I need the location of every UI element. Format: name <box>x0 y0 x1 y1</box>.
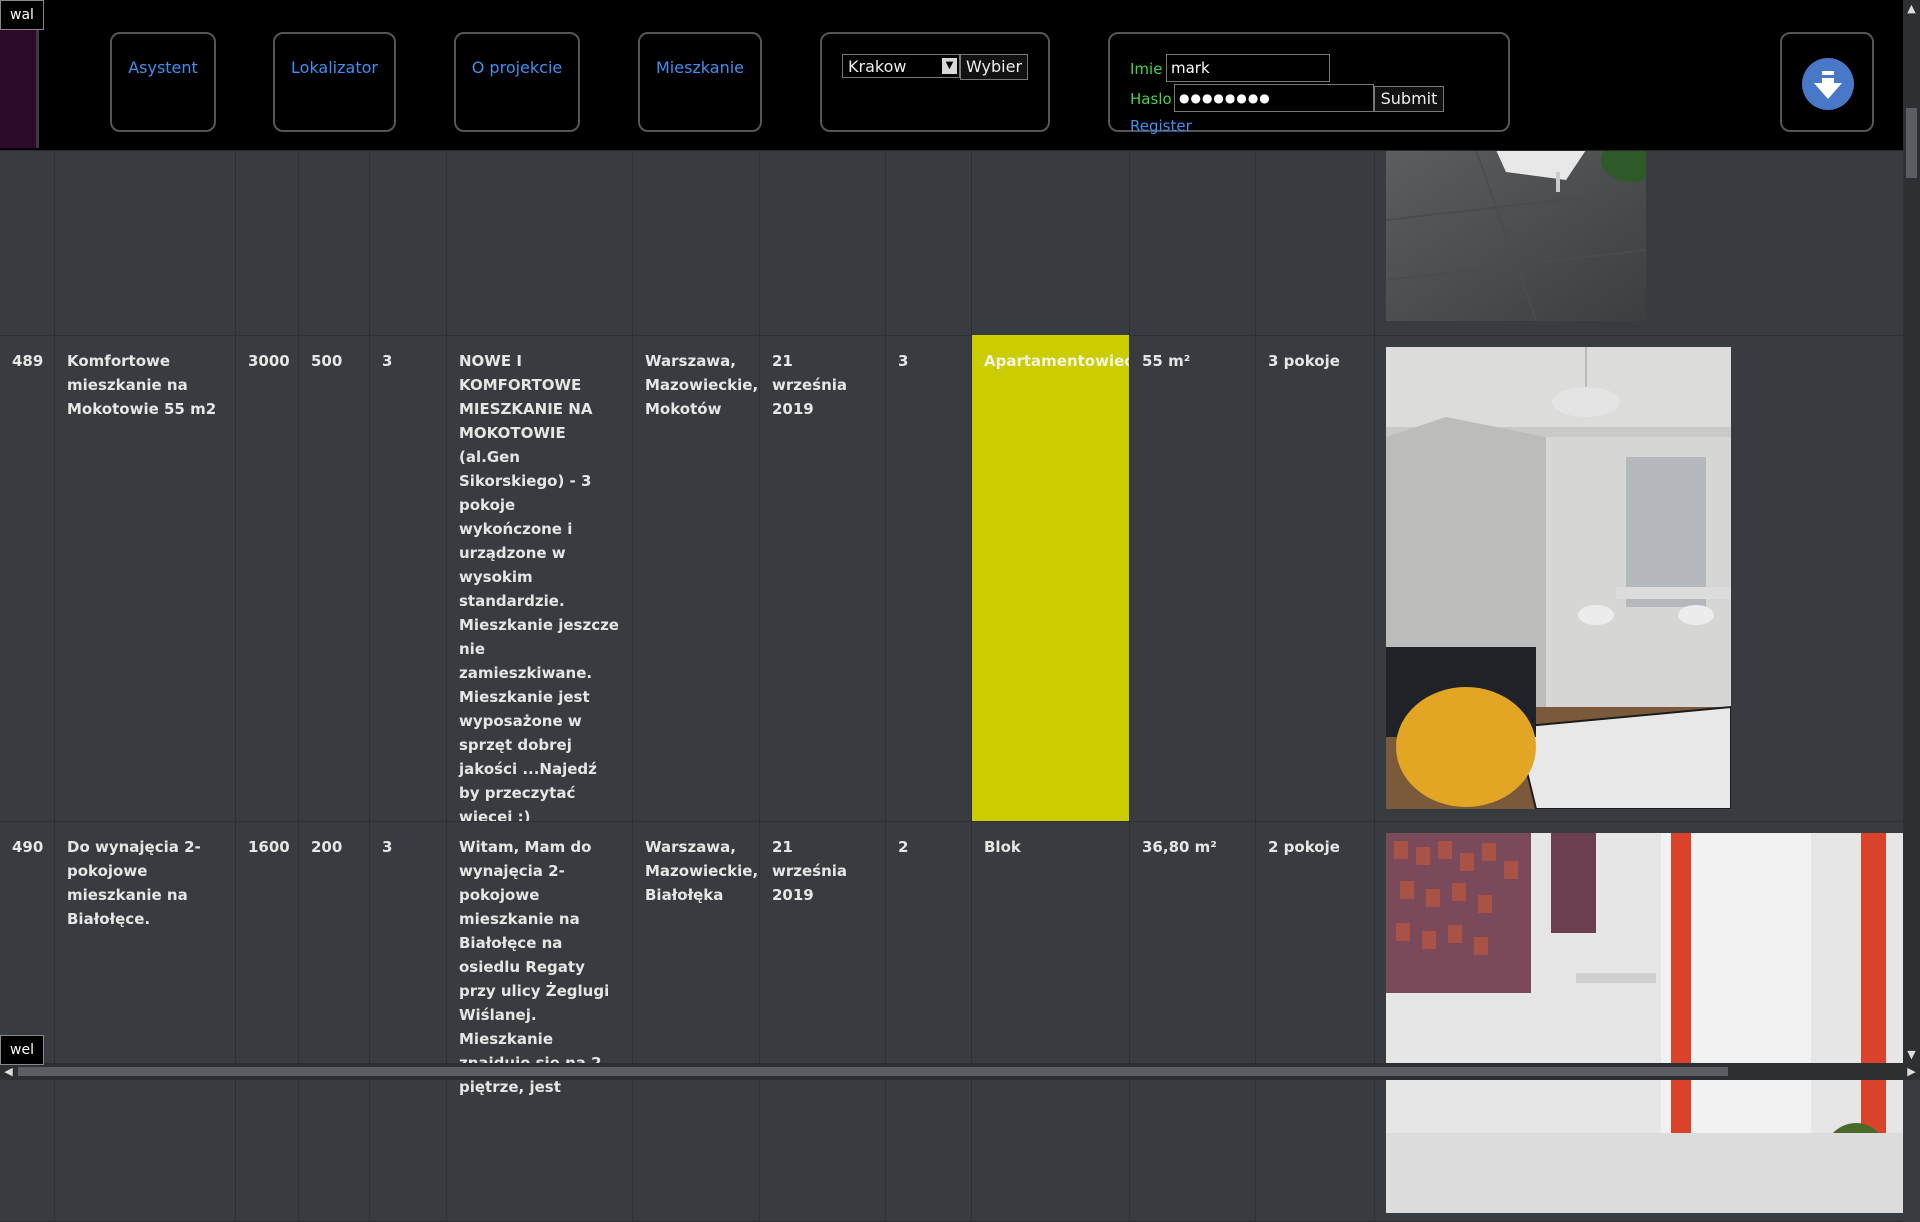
download-box <box>1780 32 1874 132</box>
nav-box-o-projekcie: O projekcie <box>454 32 580 132</box>
vertical-scrollbar[interactable]: ▲ ▼ <box>1903 0 1920 1063</box>
listing-id: 489 <box>0 335 55 821</box>
vertical-scroll-thumb[interactable] <box>1906 108 1917 178</box>
password-label: Haslo <box>1130 90 1172 108</box>
name-label: Imie <box>1130 60 1163 78</box>
submit-button[interactable]: Submit <box>1374 86 1444 112</box>
table-row-partial <box>0 150 1903 336</box>
listing-rooms: 3 pokoje <box>1256 335 1375 821</box>
table-row[interactable]: 489 Komfortowe mieszkanie na Mokotowie 5… <box>0 335 1903 822</box>
listing-building-type: Apartamentowiec <box>972 335 1130 821</box>
nav-box-mieszkanie: Mieszkanie <box>638 32 762 132</box>
listing-area: 55 m² <box>1130 335 1256 821</box>
chevron-down-icon: ▼ <box>942 58 957 74</box>
listing-description[interactable]: Witam, Mam do wynajęcia 2-pokojowe miesz… <box>447 821 633 1221</box>
listing-date: 21 września 2019 <box>760 821 886 1221</box>
top-navigation-bar: Asystent Lokalizator O projekcie Mieszka… <box>0 0 1903 151</box>
table-row[interactable]: 490 Do wynajęcia 2-pokojowe mieszkanie n… <box>0 821 1903 1222</box>
scroll-up-icon[interactable]: ▲ <box>1903 0 1920 17</box>
name-input[interactable]: mark <box>1166 54 1330 82</box>
listing-rooms: 2 pokoje <box>1256 821 1375 1221</box>
login-box: Imie mark Haslo ●●●●●●●● Submit Register <box>1108 32 1510 135</box>
listing-floor: 3 <box>370 335 447 821</box>
scroll-down-icon[interactable]: ▼ <box>1903 1046 1920 1063</box>
listing-photo[interactable] <box>1386 347 1731 809</box>
listing-price: 1600 <box>236 821 299 1221</box>
listing-id: 490 <box>0 821 55 1221</box>
register-link[interactable]: Register <box>1130 117 1192 135</box>
listing-location: Warszawa, Mazowieckie, Mokotów <box>633 335 760 821</box>
listing-deposit: 200 <box>299 821 370 1221</box>
nav-link-asystent[interactable]: Asystent <box>112 58 214 77</box>
nav-box-lokalizator: Lokalizator <box>273 32 396 132</box>
listing-building-type: Blok <box>972 821 1130 1221</box>
listing-rooms-count: 2 <box>886 821 972 1221</box>
listing-title: Do wynajęcia 2-pokojowe mieszkanie na Bi… <box>55 821 236 1221</box>
scroll-right-icon[interactable]: ▶ <box>1903 1063 1920 1080</box>
password-input[interactable]: ●●●●●●●● <box>1174 84 1374 112</box>
nav-link-lokalizator[interactable]: Lokalizator <box>275 58 394 77</box>
listing-price: 3000 <box>236 335 299 821</box>
corner-tag-top: wal <box>0 0 44 30</box>
city-choose-button[interactable]: Wybier <box>960 54 1028 80</box>
nav-link-mieszkanie[interactable]: Mieszkanie <box>640 58 760 77</box>
scroll-left-icon[interactable]: ◀ <box>0 1063 17 1080</box>
listing-photo[interactable] <box>1386 833 1903 1213</box>
city-picker-box: Krakow ▼ Wybier <box>820 32 1050 132</box>
listing-date: 21 września 2019 <box>760 335 886 821</box>
listing-description[interactable]: NOWE I KOMFORTOWE MIESZKANIE NA MOKOTOWI… <box>447 335 633 821</box>
listing-floor: 3 <box>370 821 447 1221</box>
city-select-value: Krakow <box>848 57 907 76</box>
city-select[interactable]: Krakow ▼ <box>842 54 960 78</box>
horizontal-scrollbar[interactable]: ◀ ▶ <box>0 1063 1920 1080</box>
side-strip <box>0 28 39 148</box>
listing-photo-partial[interactable] <box>1386 150 1646 321</box>
download-arrow-icon[interactable] <box>1802 58 1854 110</box>
nav-box-asystent: Asystent <box>110 32 216 132</box>
corner-tag-bottom: wel <box>0 1035 44 1065</box>
listing-title: Komfortowe mieszkanie na Mokotowie 55 m2 <box>55 335 236 821</box>
listing-location: Warszawa, Mazowieckie, Białołęka <box>633 821 760 1221</box>
listing-rooms-count: 3 <box>886 335 972 821</box>
listing-deposit: 500 <box>299 335 370 821</box>
horizontal-scroll-thumb[interactable] <box>18 1067 1728 1076</box>
nav-link-o-projekcie[interactable]: O projekcie <box>456 58 578 77</box>
listing-area: 36,80 m² <box>1130 821 1256 1221</box>
